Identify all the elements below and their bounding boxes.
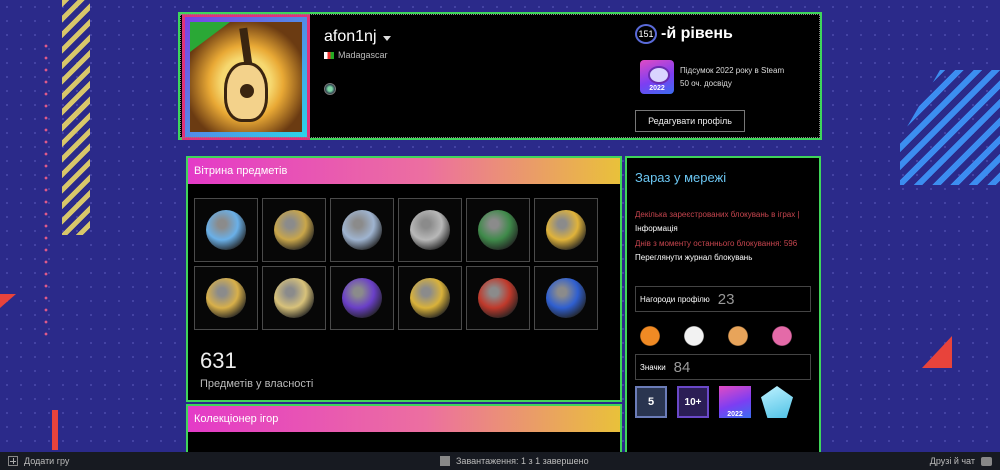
showcase-item[interactable] [466,198,530,262]
items-count: 631 [200,348,237,373]
avatar[interactable] [190,22,302,132]
profile-sidebar: Зараз у мережі Декілька зареєстрованих б… [625,156,821,456]
ban-days: Днів з моменту останнього блокування: 59… [635,239,798,248]
leaf-icon [190,22,230,52]
silver-star-medal-icon [274,278,314,318]
showcase-item[interactable] [194,266,258,330]
showcase-item[interactable] [534,266,598,330]
year-review-badge-icon: 2022 [640,60,674,94]
add-game-label: Додати гру [24,456,70,466]
showcase-item[interactable] [194,198,258,262]
red-dog-coin-icon [478,278,518,318]
horse-award-icon[interactable] [723,322,753,350]
items-count-label: Предметів у власності [200,378,314,390]
badge-text: 2022 [727,411,743,418]
steam-footer-bar: Додати гру Завантаження: 1 з 1 завершено… [0,452,1000,470]
showcase-item[interactable] [330,266,394,330]
edit-profile-button[interactable]: Редагувати профіль [635,110,745,132]
country-name: Madagascar [338,50,388,60]
star-eagle-medal-icon [274,210,314,250]
showcase-item[interactable] [534,198,598,262]
level-badge[interactable]: 151 [635,24,657,44]
bee-award-icon[interactable] [679,322,709,350]
games-badge[interactable]: 10+ [677,386,709,418]
download-icon [440,456,450,466]
ban-log-link[interactable]: Переглянути журнал блокувань [635,253,752,263]
decorative-triangle [922,336,952,368]
showcase-item[interactable] [398,198,462,262]
username: afon1nj [324,28,377,45]
silver-coin-icon [410,210,450,250]
gold-coin-icon [410,278,450,318]
year-summary[interactable]: 2022 Підсумок 2022 року в Steam 50 оч. д… [640,60,784,94]
avatar-frame [182,14,310,140]
cat-award-icon[interactable] [767,322,797,350]
friends-chat-label: Друзі й чат [929,456,975,466]
decorative-dots [40,40,52,340]
awards-count: 23 [717,290,735,308]
blue-star-medal-icon [546,278,586,318]
summary-title: Підсумок 2022 року в Steam [680,66,785,75]
game-collector: Колекціонер ігор [186,404,622,454]
downloads-status[interactable]: Завантаження: 1 з 1 завершено [440,456,589,466]
decorative-stripes [900,70,1000,185]
level-label: -й рівень [661,25,733,42]
item-showcase: Вітрина предметів 631 Предметів у власно… [186,156,622,402]
showcase-item[interactable] [262,198,326,262]
country: Madagascar [324,50,388,60]
gold-star-medal-icon [206,278,246,318]
showcase-item[interactable] [466,266,530,330]
showcase-item[interactable] [262,266,326,330]
summary-points: 50 оч. досвіду [680,79,732,88]
badge-text: 10+ [684,396,702,408]
badge-text: 5 [647,396,655,408]
chat-icon [981,456,992,466]
downloads-label: Завантаження: 1 з 1 завершено [456,456,589,466]
showcase-item[interactable] [330,198,394,262]
ban-notice: Декілька зареєстрованих блокувань в ігра… [635,210,800,219]
gold-snake-icon [546,210,586,250]
profile-awards-link[interactable]: Нагороди профілю 23 [635,286,811,312]
decorative-bar [52,410,58,450]
badges-link[interactable]: Значки 84 [635,354,811,380]
showcase-title: Вітрина предметів [188,158,620,184]
showcase-items [194,198,598,330]
fox-award-icon[interactable] [635,322,665,350]
badges-label: Значки [640,362,666,372]
crystal-badge[interactable] [761,386,793,418]
level-area: 151 -й рівень [635,24,733,44]
steam-status-icon[interactable] [324,83,336,95]
username-dropdown[interactable]: afon1nj [324,28,391,46]
badges-count: 84 [673,358,691,376]
ban-info-link[interactable]: Інформація [635,224,678,234]
summary-text: Підсумок 2022 року в Steam 50 оч. досвід… [680,64,784,90]
badge-year: 2022 [649,85,665,92]
crossed-swords-medal-icon [342,210,382,250]
awards-list [635,322,797,350]
collector-title: Колекціонер ігор [188,406,620,432]
awards-label: Нагороди профілю [640,294,710,304]
purple-crystal-icon [342,278,382,318]
friends-chat-button[interactable]: Друзі й чат [930,456,992,466]
flag-icon [324,51,334,59]
years-badge[interactable]: 5 [635,386,667,418]
snake-coin-icon [478,210,518,250]
add-game-button[interactable]: Додати гру [8,456,69,466]
decorative-stripes [62,0,90,235]
showcase-item[interactable] [398,266,462,330]
profile-header: afon1nj Madagascar 151 -й рівень 2022 Пі… [178,12,822,140]
badges-list: 5 10+ 2022 [635,386,793,418]
diamond-pin-icon [206,210,246,250]
online-status: Зараз у мережі [635,170,727,185]
plus-icon [8,456,18,466]
guitar-hole-icon [240,84,254,98]
decorative-triangle [0,294,16,308]
year-review-badge[interactable]: 2022 [719,386,751,418]
chevron-down-icon [382,36,391,41]
